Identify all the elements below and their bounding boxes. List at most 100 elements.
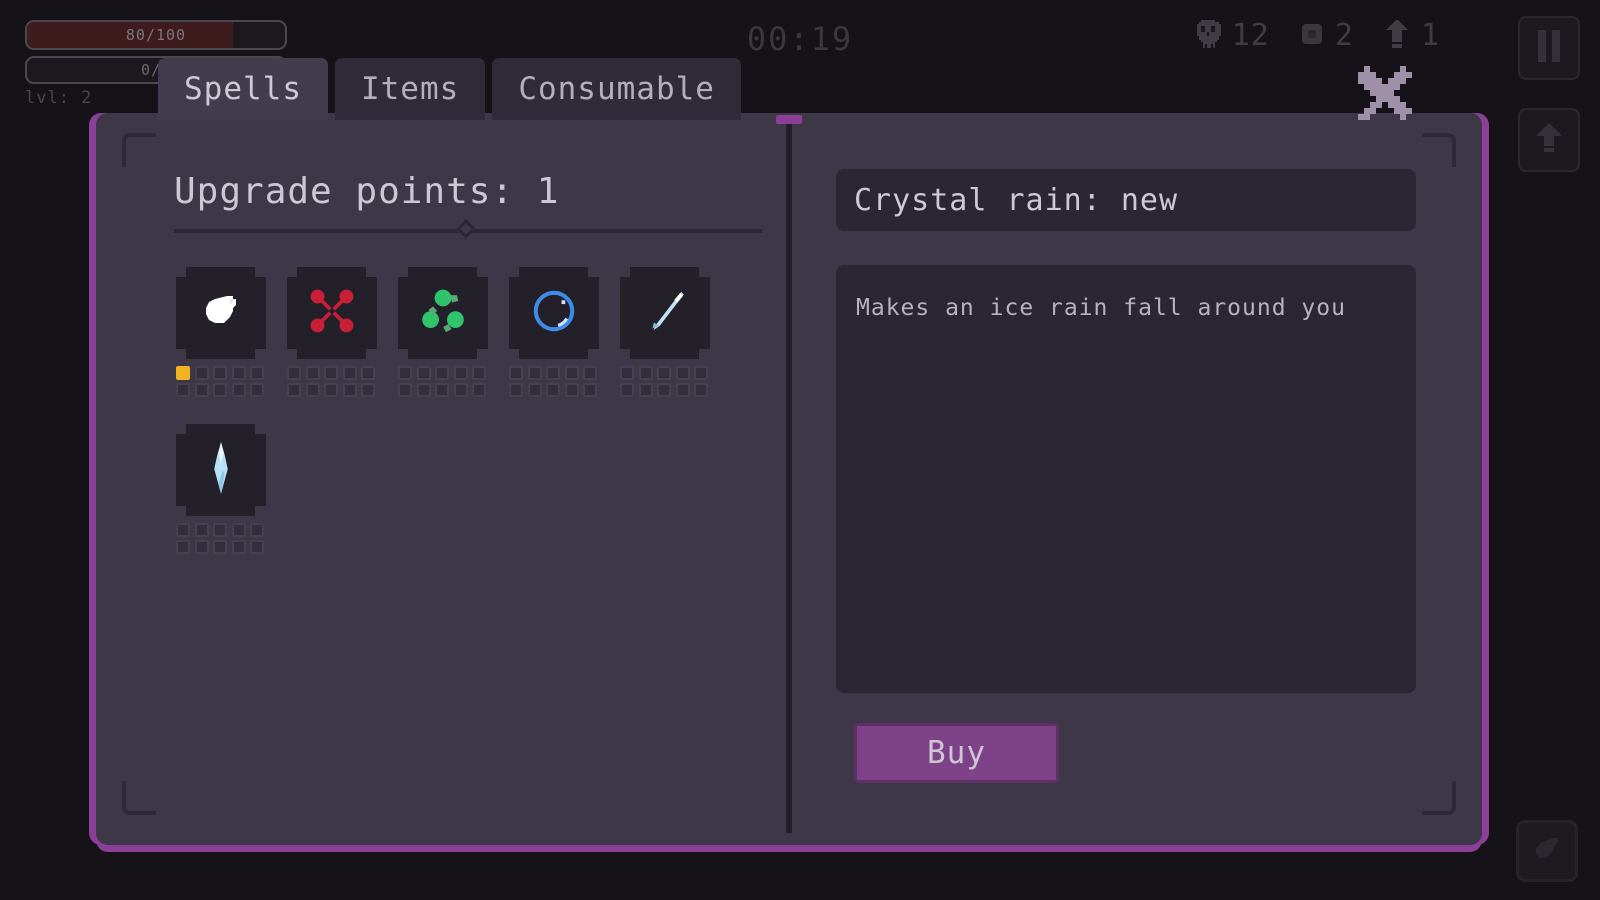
quick-spell-button[interactable] bbox=[1516, 820, 1578, 882]
pip[interactable] bbox=[435, 383, 450, 397]
pip[interactable] bbox=[675, 366, 690, 380]
pip[interactable] bbox=[305, 366, 320, 380]
pip[interactable] bbox=[509, 366, 523, 380]
pip[interactable] bbox=[194, 523, 209, 537]
pip[interactable] bbox=[527, 366, 542, 380]
pip[interactable] bbox=[583, 383, 598, 397]
pip[interactable] bbox=[361, 366, 376, 380]
pause-button[interactable] bbox=[1518, 16, 1580, 80]
pip[interactable] bbox=[694, 383, 709, 397]
pip[interactable] bbox=[638, 366, 653, 380]
spell-cell bbox=[175, 266, 287, 397]
pip[interactable] bbox=[287, 383, 301, 397]
upgrade-points-label: Upgrade points: 1 bbox=[174, 171, 560, 212]
spell-cell bbox=[397, 266, 509, 397]
stat-levelups: 1 bbox=[1384, 18, 1440, 53]
tab-spells[interactable]: Spells bbox=[158, 58, 328, 120]
buy-button[interactable]: Buy bbox=[854, 723, 1059, 783]
upgrade-book-panel: Upgrade points: 1 Crystal rain: new Make… bbox=[96, 113, 1482, 845]
pip[interactable] bbox=[250, 523, 265, 537]
pip[interactable] bbox=[620, 366, 634, 380]
spell-pips bbox=[176, 366, 266, 397]
pip[interactable] bbox=[416, 383, 431, 397]
tab-consumable[interactable]: Consumable bbox=[492, 58, 741, 120]
pip[interactable] bbox=[583, 366, 598, 380]
pip[interactable] bbox=[509, 383, 523, 397]
pip[interactable] bbox=[453, 383, 468, 397]
page-divider bbox=[174, 219, 762, 239]
stat-kills-value: 12 bbox=[1231, 18, 1270, 53]
pip[interactable] bbox=[546, 366, 561, 380]
pip[interactable] bbox=[213, 540, 228, 554]
spell-cell bbox=[619, 266, 731, 397]
pip[interactable] bbox=[213, 383, 228, 397]
pip[interactable] bbox=[324, 366, 339, 380]
pip[interactable] bbox=[342, 383, 357, 397]
pip[interactable] bbox=[287, 366, 301, 380]
stat-kills: 12 bbox=[1195, 18, 1270, 53]
pip[interactable] bbox=[231, 383, 246, 397]
pip[interactable] bbox=[213, 523, 228, 537]
pip[interactable] bbox=[527, 383, 542, 397]
pip[interactable] bbox=[342, 366, 357, 380]
pip[interactable] bbox=[213, 366, 228, 380]
stat-levelups-value: 1 bbox=[1420, 18, 1440, 53]
spell-slot-blue-ring[interactable] bbox=[508, 266, 599, 360]
pip[interactable] bbox=[176, 366, 190, 380]
spell-pips bbox=[176, 523, 266, 554]
close-x-icon bbox=[1358, 66, 1412, 126]
pip[interactable] bbox=[657, 383, 672, 397]
pip[interactable] bbox=[472, 366, 487, 380]
pip[interactable] bbox=[620, 383, 634, 397]
pip[interactable] bbox=[194, 383, 209, 397]
spell-slot-green-orbs[interactable] bbox=[397, 266, 488, 360]
pip[interactable] bbox=[416, 366, 431, 380]
spell-slot-red-cross[interactable] bbox=[286, 266, 377, 360]
pip[interactable] bbox=[176, 540, 190, 554]
ice-crystal-spell-icon bbox=[196, 439, 246, 501]
pip[interactable] bbox=[250, 383, 265, 397]
spell-slot-blue-needle[interactable] bbox=[619, 266, 710, 360]
arrow-up-icon bbox=[1534, 122, 1564, 158]
pip[interactable] bbox=[194, 366, 209, 380]
pip[interactable] bbox=[305, 383, 320, 397]
divider-gem-ornament bbox=[456, 219, 476, 239]
pip[interactable] bbox=[453, 366, 468, 380]
spell-slot-ice-crystal[interactable] bbox=[175, 423, 266, 517]
pip[interactable] bbox=[638, 383, 653, 397]
spell-slot-white-blob[interactable] bbox=[175, 266, 266, 360]
pip[interactable] bbox=[194, 540, 209, 554]
pip[interactable] bbox=[472, 383, 487, 397]
pip[interactable] bbox=[564, 383, 579, 397]
left-page: Upgrade points: 1 bbox=[124, 133, 784, 833]
spell-slot-icon bbox=[1530, 832, 1564, 870]
pip[interactable] bbox=[231, 366, 246, 380]
pip[interactable] bbox=[231, 540, 246, 554]
pip[interactable] bbox=[398, 366, 412, 380]
pip[interactable] bbox=[546, 383, 561, 397]
close-button[interactable] bbox=[1354, 64, 1416, 126]
book-spine-cap bbox=[776, 115, 802, 124]
pip[interactable] bbox=[231, 523, 246, 537]
stat-coins-value: 2 bbox=[1334, 18, 1354, 53]
pip[interactable] bbox=[176, 383, 190, 397]
tab-items[interactable]: Items bbox=[334, 58, 486, 120]
pip[interactable] bbox=[435, 366, 450, 380]
pip[interactable] bbox=[176, 523, 190, 537]
pip[interactable] bbox=[694, 366, 709, 380]
pip[interactable] bbox=[657, 366, 672, 380]
level-up-button[interactable] bbox=[1518, 108, 1580, 172]
pip[interactable] bbox=[324, 383, 339, 397]
red-darts-spell-icon bbox=[306, 285, 358, 341]
pause-icon bbox=[1536, 30, 1562, 66]
blue-ring-spell-icon bbox=[528, 285, 580, 341]
pip[interactable] bbox=[564, 366, 579, 380]
spell-pips bbox=[398, 366, 488, 397]
pip[interactable] bbox=[398, 383, 412, 397]
pip[interactable] bbox=[250, 366, 265, 380]
pip[interactable] bbox=[675, 383, 690, 397]
buy-button-label: Buy bbox=[927, 735, 986, 771]
pip[interactable] bbox=[361, 383, 376, 397]
pip[interactable] bbox=[250, 540, 265, 554]
level-label: lvl: 2 bbox=[25, 88, 93, 108]
